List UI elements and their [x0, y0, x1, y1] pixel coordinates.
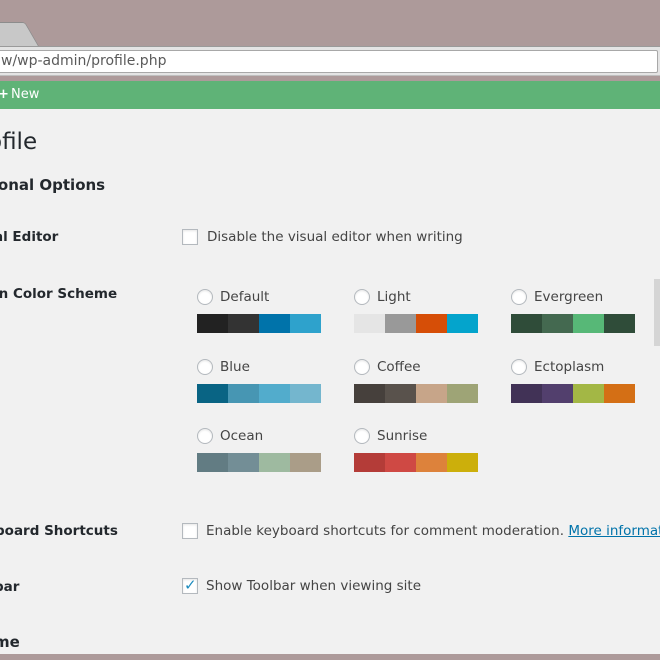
- section-title-name: me: [0, 633, 20, 651]
- color-swatch: [416, 384, 447, 403]
- color-swatch: [259, 384, 290, 403]
- address-bar[interactable]: w/wp-admin/profile.php: [0, 50, 658, 73]
- color-swatch: [197, 384, 228, 403]
- color-scheme-radio[interactable]: [354, 428, 370, 444]
- profile-page: ofile sonal Options al Editor Disable th…: [0, 109, 660, 654]
- color-swatch: [447, 453, 478, 472]
- color-swatch: [573, 384, 604, 403]
- keyboard-shortcuts-option: Enable keyboard shortcuts for comment mo…: [206, 523, 660, 539]
- plus-icon[interactable]: +: [0, 81, 9, 109]
- color-scheme-swatches[interactable]: [511, 314, 635, 333]
- color-scheme-swatches[interactable]: [197, 384, 321, 403]
- browser-tab[interactable]: [0, 22, 39, 46]
- color-swatch: [354, 314, 385, 333]
- color-swatch: [573, 314, 604, 333]
- color-swatch: [416, 314, 447, 333]
- section-title-personal-options: sonal Options: [0, 176, 106, 194]
- color-scheme-name: Ectoplasm: [534, 359, 605, 375]
- color-scheme-ocean[interactable]: Ocean: [197, 428, 321, 488]
- keyboard-shortcuts-label: board Shortcuts: [0, 523, 118, 539]
- color-swatch: [385, 453, 416, 472]
- color-scheme-radio[interactable]: [511, 359, 527, 375]
- color-scheme-name: Light: [377, 289, 411, 305]
- checkmark-icon: ✓: [184, 577, 197, 594]
- browser-toolbar: w/wp-admin/profile.php: [0, 46, 660, 76]
- color-swatch: [604, 314, 635, 333]
- color-scheme-radio[interactable]: [197, 289, 213, 305]
- color-scheme-blue[interactable]: Blue: [197, 359, 321, 419]
- color-scheme-default[interactable]: Default: [197, 289, 321, 349]
- new-menu-item[interactable]: New: [11, 81, 39, 109]
- color-scheme-swatches[interactable]: [354, 314, 478, 333]
- color-scheme-swatches[interactable]: [511, 384, 635, 403]
- more-information-link[interactable]: More information: [568, 523, 660, 539]
- color-scheme-swatches[interactable]: [354, 384, 478, 403]
- browser-tab-strip: [0, 0, 660, 46]
- color-scheme-name: Blue: [220, 359, 250, 375]
- color-swatch: [354, 384, 385, 403]
- color-scheme-label: in Color Scheme: [0, 286, 118, 302]
- color-scheme-name: Evergreen: [534, 289, 604, 305]
- color-scheme-sunrise[interactable]: Sunrise: [354, 428, 478, 488]
- color-scheme-ectoplasm[interactable]: Ectoplasm: [511, 359, 635, 419]
- color-swatch: [228, 384, 259, 403]
- color-swatch: [354, 453, 385, 472]
- color-swatch: [197, 314, 228, 333]
- color-swatch: [290, 314, 321, 333]
- visual-editor-checkbox[interactable]: [182, 229, 198, 245]
- color-scheme-radio[interactable]: [354, 359, 370, 375]
- color-scheme-light[interactable]: Light: [354, 289, 478, 349]
- color-swatch: [447, 314, 478, 333]
- color-scheme-radio[interactable]: [354, 289, 370, 305]
- scrollbar-thumb[interactable]: [654, 279, 660, 346]
- color-scheme-swatches[interactable]: [197, 314, 321, 333]
- color-scheme-evergreen[interactable]: Evergreen: [511, 289, 635, 349]
- color-swatch: [511, 314, 542, 333]
- color-swatch: [259, 453, 290, 472]
- color-swatch: [197, 453, 228, 472]
- color-swatch: [259, 314, 290, 333]
- color-swatch: [416, 453, 447, 472]
- color-swatch: [542, 314, 573, 333]
- visual-editor-label: al Editor: [0, 229, 59, 245]
- keyboard-shortcuts-text[interactable]: Enable keyboard shortcuts for comment mo…: [206, 523, 564, 539]
- color-scheme-name: Default: [220, 289, 270, 305]
- color-scheme-radio[interactable]: [511, 289, 527, 305]
- toolbar-option[interactable]: Show Toolbar when viewing site: [206, 578, 421, 594]
- page-title: ofile: [0, 129, 38, 155]
- color-swatch: [228, 453, 259, 472]
- color-scheme-swatches[interactable]: [354, 453, 478, 472]
- color-scheme-name: Sunrise: [377, 428, 428, 444]
- color-scheme-coffee[interactable]: Coffee: [354, 359, 478, 419]
- keyboard-shortcuts-checkbox[interactable]: [182, 523, 198, 539]
- window-frame-bottom: [0, 654, 660, 660]
- toolbar-label: bar: [0, 579, 20, 595]
- color-swatch: [228, 314, 259, 333]
- color-scheme-radio[interactable]: [197, 359, 213, 375]
- color-swatch: [604, 384, 635, 403]
- color-swatch: [385, 314, 416, 333]
- color-scheme-radio[interactable]: [197, 428, 213, 444]
- color-scheme-name: Ocean: [220, 428, 264, 444]
- color-swatch: [385, 384, 416, 403]
- visual-editor-option[interactable]: Disable the visual editor when writing: [207, 229, 463, 245]
- color-swatch: [290, 384, 321, 403]
- color-swatch: [511, 384, 542, 403]
- color-scheme-name: Coffee: [377, 359, 421, 375]
- toolbar-checkbox[interactable]: ✓: [182, 577, 198, 594]
- color-swatch: [447, 384, 478, 403]
- color-scheme-swatches[interactable]: [197, 453, 321, 472]
- color-swatch: [542, 384, 573, 403]
- wp-admin-bar: + New: [0, 81, 660, 109]
- color-swatch: [290, 453, 321, 472]
